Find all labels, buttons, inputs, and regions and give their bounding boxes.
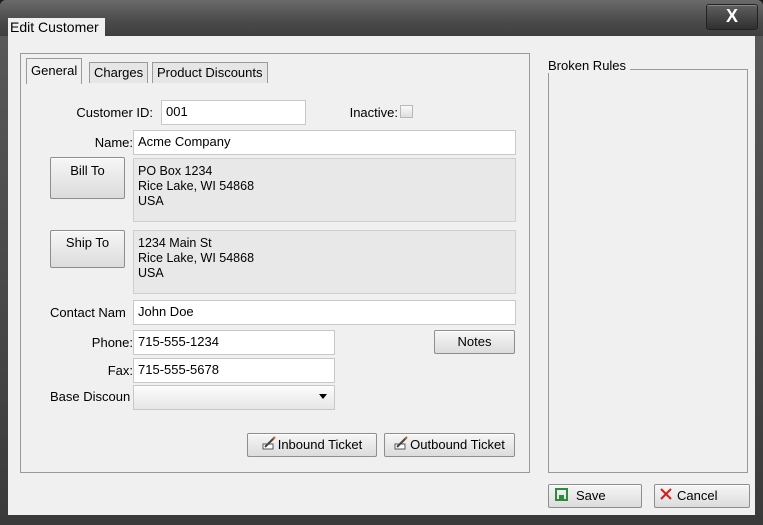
tab-charges[interactable]: Charges bbox=[89, 62, 149, 83]
ship-to-button[interactable]: Ship To bbox=[50, 230, 125, 268]
tab-product-discounts-label: Product Discounts bbox=[157, 65, 263, 80]
name-field[interactable]: Acme Company bbox=[133, 130, 516, 155]
bill-to-line: PO Box 1234 bbox=[138, 164, 213, 178]
ship-to-line: Rice Lake, WI 54868 bbox=[138, 251, 255, 265]
outbound-ticket-label: Outbound Ticket bbox=[410, 437, 505, 452]
tab-product-discounts[interactable]: Product Discounts bbox=[152, 62, 268, 83]
title-bar[interactable]: Edit Customer X bbox=[0, 0, 763, 37]
chevron-down-icon bbox=[319, 394, 327, 399]
fax-field[interactable]: 715-555-5678 bbox=[133, 358, 335, 383]
tab-charges-label: Charges bbox=[94, 65, 144, 80]
inactive-label: Inactive: bbox=[349, 105, 398, 120]
broken-rules-list[interactable] bbox=[548, 69, 748, 473]
ticket-pencil-icon bbox=[394, 435, 408, 457]
cancel-label: Cancel bbox=[677, 488, 718, 503]
phone-value: 715-555-1234 bbox=[138, 334, 219, 349]
notes-button[interactable]: Notes bbox=[434, 330, 515, 354]
close-button[interactable]: X bbox=[706, 4, 758, 30]
outbound-ticket-button[interactable]: Outbound Ticket bbox=[384, 433, 515, 457]
bill-to-address: PO Box 1234 Rice Lake, WI 54868 USA bbox=[133, 158, 516, 222]
fax-value: 715-555-5678 bbox=[138, 362, 219, 377]
name-value: Acme Company bbox=[138, 134, 231, 149]
inbound-ticket-button[interactable]: Inbound Ticket bbox=[247, 433, 377, 457]
inbound-ticket-label: Inbound Ticket bbox=[277, 437, 363, 452]
close-icon: X bbox=[725, 6, 738, 26]
bill-to-button[interactable]: Bill To bbox=[50, 157, 125, 199]
bill-to-line: Rice Lake, WI 54868 bbox=[138, 179, 255, 193]
save-button[interactable]: Save bbox=[548, 484, 642, 508]
save-label: Save bbox=[576, 488, 606, 503]
bill-to-button-label: Bill To bbox=[70, 163, 105, 178]
save-icon bbox=[555, 486, 568, 508]
inactive-checkbox[interactable] bbox=[400, 105, 413, 118]
fax-label: Fax: bbox=[107, 363, 133, 378]
cancel-button[interactable]: Cancel bbox=[654, 484, 750, 508]
name-label: Name: bbox=[94, 135, 133, 150]
contact-name-label: Contact Nam bbox=[50, 305, 126, 320]
ship-to-line: 1234 Main St bbox=[138, 236, 212, 250]
contact-name-value: John Doe bbox=[138, 304, 194, 319]
phone-label: Phone: bbox=[91, 335, 133, 350]
tab-general[interactable]: General bbox=[26, 58, 83, 84]
cancel-x-icon bbox=[659, 486, 673, 508]
phone-field[interactable]: 715-555-1234 bbox=[133, 330, 335, 355]
base-discount-label: Base Discoun bbox=[50, 389, 131, 404]
ship-to-line: USA bbox=[138, 266, 164, 280]
ship-to-button-label: Ship To bbox=[65, 235, 110, 250]
ship-to-address: 1234 Main St Rice Lake, WI 54868 USA bbox=[133, 230, 516, 294]
window-title: Edit Customer bbox=[8, 18, 105, 37]
customer-id-value: 001 bbox=[166, 104, 188, 119]
notes-button-label: Notes bbox=[457, 334, 492, 349]
customer-id-label: Customer ID: bbox=[76, 105, 153, 120]
tab-general-label: General bbox=[31, 63, 78, 78]
base-discount-select[interactable] bbox=[133, 385, 335, 410]
ticket-pencil-icon bbox=[262, 435, 276, 457]
broken-rules-title: Broken Rules bbox=[548, 58, 631, 73]
bill-to-line: USA bbox=[138, 194, 164, 208]
contact-name-field[interactable]: John Doe bbox=[133, 300, 516, 325]
customer-id-field[interactable]: 001 bbox=[161, 100, 306, 125]
